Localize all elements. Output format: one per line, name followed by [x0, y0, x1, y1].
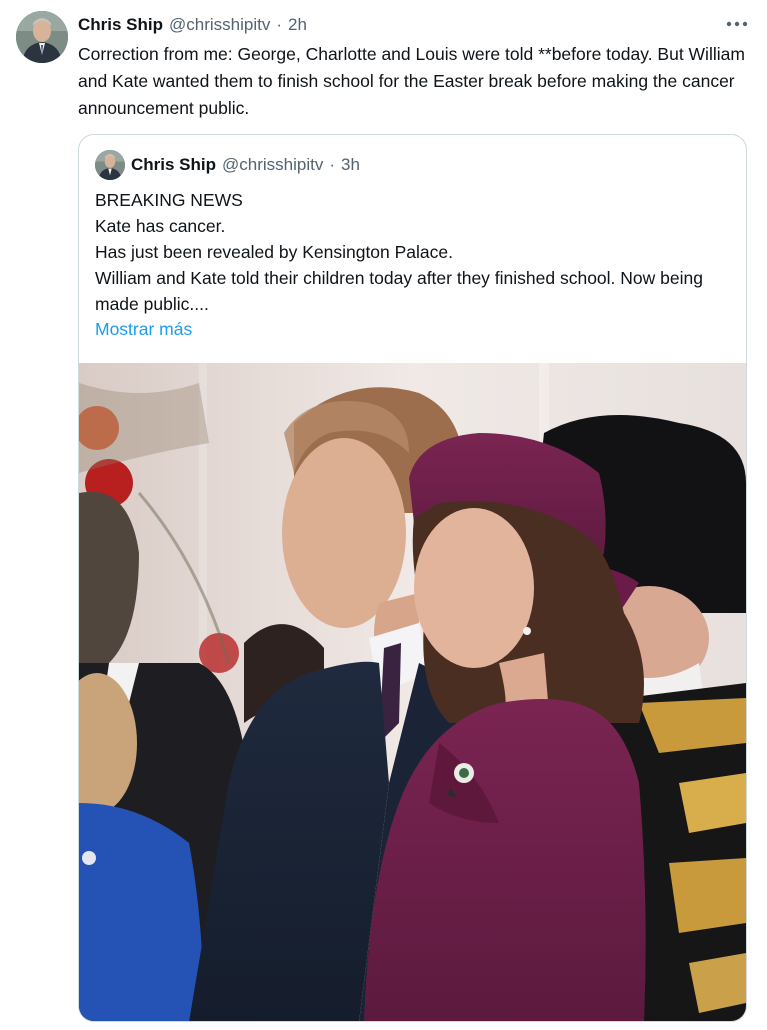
quoted-line: BREAKING NEWS [95, 190, 243, 210]
header-separator: · [276, 15, 283, 34]
author-avatar[interactable] [16, 11, 68, 63]
author-name[interactable]: Chris Ship [78, 15, 163, 35]
tweet-photo[interactable] [79, 363, 746, 1021]
show-more-link[interactable]: Mostrar más [95, 316, 192, 342]
quoted-text: BREAKING NEWS Kate has cancer. Has just … [95, 187, 735, 317]
quoted-tweet[interactable]: Chris Ship @chrisshipitv · 3h BREAKING N… [78, 134, 747, 1022]
quoted-line: William and Kate told their children tod… [95, 268, 703, 314]
quoted-line: Has just been revealed by Kensington Pal… [95, 242, 454, 262]
tweet-text: Correction from me: George, Charlotte an… [78, 44, 745, 118]
quoted-line: Kate has cancer. [95, 216, 226, 236]
tweet-timestamp[interactable]: 2h [288, 15, 307, 35]
quoted-header-separator: · [329, 155, 336, 174]
quoted-author-name: Chris Ship [131, 155, 217, 174]
tweet: Chris Ship @chrisshipitv · 2h Correction… [0, 0, 767, 1030]
quoted-author-handle: @chrisshipitv [222, 155, 324, 174]
tweet-header: Chris Ship @chrisshipitv · 2h [78, 13, 307, 37]
author-handle[interactable]: @chrisshipitv [169, 15, 270, 35]
quoted-author-avatar [95, 150, 125, 180]
quoted-timestamp: 3h [341, 155, 360, 174]
more-horizontal-icon[interactable] [722, 12, 752, 36]
quoted-header: Chris Ship @chrisshipitv · 3h [131, 152, 360, 178]
